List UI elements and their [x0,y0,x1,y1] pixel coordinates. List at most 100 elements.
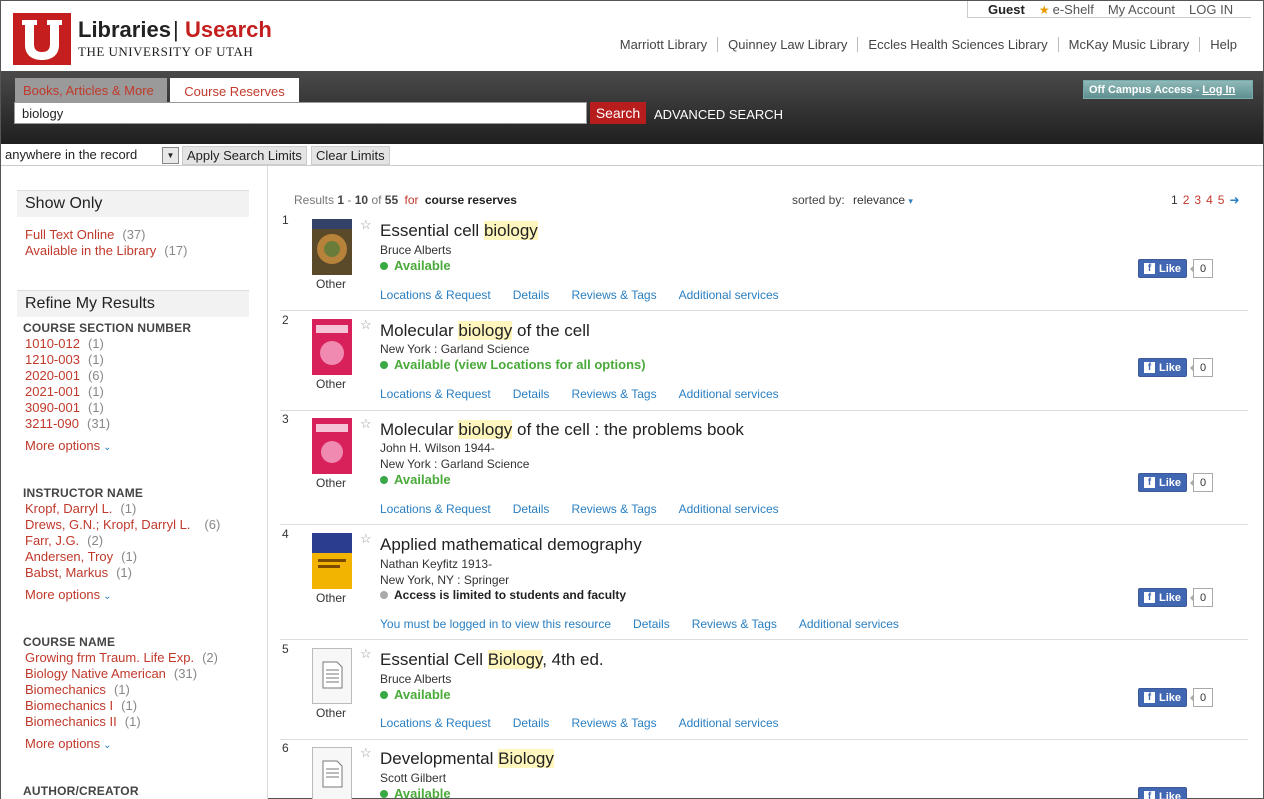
facet-course-name[interactable]: Biomechanics II (1) [25,714,141,729]
facebook-like-button[interactable]: f Like [1138,473,1188,492]
page-link[interactable]: 2 [1183,193,1190,207]
book-cover-thumbnail[interactable] [312,219,352,275]
login-required-link[interactable]: You must be logged in to view this resou… [380,617,611,631]
sort-control[interactable]: sorted by: relevance ▾ [792,193,913,207]
result-title[interactable]: Essential Cell Biology, 4th ed. [380,650,604,670]
result-title[interactable]: Molecular biology of the cell : the prob… [380,420,744,440]
facet-instructor[interactable]: Babst, Markus (1) [25,565,132,580]
like-label: Like [1159,262,1182,275]
result-title[interactable]: Developmental Biology [380,749,554,769]
libnav-quinney[interactable]: Quinney Law Library [717,37,857,52]
libnav-eccles[interactable]: Eccles Health Sciences Library [857,37,1057,52]
add-to-eshelf-star-icon[interactable]: ☆ [360,745,372,761]
facet-count: (2) [87,533,104,548]
facebook-like-button[interactable]: f Like [1138,787,1188,799]
facet-course-section[interactable]: 2021-001 (1) [25,384,104,399]
result-actions: Locations & Request Details Reviews & Ta… [380,716,779,730]
facet-course-name[interactable]: Biomechanics (1) [25,682,130,697]
add-to-eshelf-star-icon[interactable]: ☆ [360,646,372,662]
dropdown-arrow-icon[interactable]: ▼ [162,147,179,164]
off-campus-login[interactable]: Log In [1202,84,1235,96]
course-section-more-options[interactable]: More options ⌄ [25,438,112,453]
details-link[interactable]: Details [513,502,550,516]
facet-course-name[interactable]: Growing frm Traum. Life Exp. (2) [25,650,218,665]
book-cover-thumbnail[interactable] [312,533,352,589]
facet-course-name[interactable]: Biomechanics I (1) [25,698,137,713]
off-campus-access-button[interactable]: Off Campus Access - Log In [1083,80,1253,99]
facet-course-section[interactable]: 3090-001 (1) [25,400,104,415]
details-link[interactable]: Details [513,288,550,302]
instructor-more-options[interactable]: More options ⌄ [25,587,112,602]
sort-value[interactable]: relevance [853,193,905,207]
more-options-label: More options [25,587,101,602]
reviews-tags-link[interactable]: Reviews & Tags [571,288,656,302]
reviews-tags-link[interactable]: Reviews & Tags [571,387,656,401]
clear-limits-button[interactable]: Clear Limits [311,146,390,165]
facet-course-section[interactable]: 1210-003 (1) [25,352,104,367]
guest-label: Guest [988,1,1025,17]
facet-instructor[interactable]: Farr, J.G. (2) [25,533,103,548]
availability-status: Available [380,786,451,799]
locations-request-link[interactable]: Locations & Request [380,502,491,516]
libnav-help[interactable]: Help [1199,37,1247,52]
reviews-tags-link[interactable]: Reviews & Tags [692,617,777,631]
details-link[interactable]: Details [633,617,670,631]
facet-course-section[interactable]: 2020-001 (6) [25,368,104,383]
details-link[interactable]: Details [513,716,550,730]
page-link[interactable]: 4 [1206,193,1213,207]
page-link[interactable]: 5 [1218,193,1225,207]
facebook-like-button[interactable]: f Like [1138,259,1188,278]
scope-select[interactable]: anywhere in the record [5,147,179,164]
facebook-like-button[interactable]: f Like [1138,358,1188,377]
facebook-like-widget: f Like 0 [1138,688,1214,707]
details-link[interactable]: Details [513,387,550,401]
reviews-tags-link[interactable]: Reviews & Tags [571,502,656,516]
availability-status[interactable]: Available (view Locations for all option… [380,357,646,372]
facet-course-section[interactable]: 1010-012 (1) [25,336,104,351]
search-button[interactable]: Search [590,102,646,124]
facet-instructor[interactable]: Andersen, Troy (1) [25,549,137,564]
apply-limits-button[interactable]: Apply Search Limits [182,146,307,165]
facet-instructor[interactable]: Drews, G.N.; Kropf, Darryl L. (6) [25,517,220,532]
tab-course-reserves[interactable]: Course Reserves [170,78,299,104]
book-cover-thumbnail[interactable] [312,319,352,375]
book-cover-thumbnail[interactable] [312,418,352,474]
additional-services-link[interactable]: Additional services [679,716,779,730]
generic-document-icon[interactable] [312,747,352,799]
locations-request-link[interactable]: Locations & Request [380,288,491,302]
locations-request-link[interactable]: Locations & Request [380,716,491,730]
result-title[interactable]: Essential cell biology [380,221,538,241]
result-title[interactable]: Applied mathematical demography [380,535,642,555]
page-link[interactable]: 3 [1194,193,1201,207]
additional-services-link[interactable]: Additional services [799,617,899,631]
eshelf-link[interactable]: ★ e-Shelf [1039,2,1094,17]
course-name-more-options[interactable]: More options ⌄ [25,736,112,751]
advanced-search-link[interactable]: ADVANCED SEARCH [654,107,783,122]
locations-request-link[interactable]: Locations & Request [380,387,491,401]
libnav-mckay[interactable]: McKay Music Library [1057,37,1200,52]
add-to-eshelf-star-icon[interactable]: ☆ [360,416,372,432]
additional-services-link[interactable]: Additional services [679,387,779,401]
search-input[interactable] [14,102,587,124]
add-to-eshelf-star-icon[interactable]: ☆ [360,217,372,233]
reviews-tags-link[interactable]: Reviews & Tags [571,716,656,730]
add-to-eshelf-star-icon[interactable]: ☆ [360,531,372,547]
university-u-logo[interactable] [13,13,71,65]
facebook-like-button[interactable]: f Like [1138,588,1188,607]
add-to-eshelf-star-icon[interactable]: ☆ [360,317,372,333]
tab-books-articles[interactable]: Books, Articles & More [15,78,167,102]
result-title[interactable]: Molecular biology of the cell [380,321,590,341]
facet-course-name[interactable]: Biology Native American (31) [25,666,197,681]
generic-document-icon[interactable] [312,648,352,704]
additional-services-link[interactable]: Additional services [679,502,779,516]
login-link[interactable]: LOG IN [1189,2,1233,17]
additional-services-link[interactable]: Additional services [679,288,779,302]
next-page-arrow-icon[interactable]: ➜ [1229,193,1239,207]
facebook-like-button[interactable]: f Like [1138,688,1188,707]
facet-course-section[interactable]: 3211-090 (31) [25,416,110,431]
facet-full-text-online[interactable]: Full Text Online (37) [25,227,145,242]
libnav-marriott[interactable]: Marriott Library [610,37,717,52]
my-account-link[interactable]: My Account [1108,2,1175,17]
facet-available-in-library[interactable]: Available in the Library (17) [25,243,187,258]
facet-instructor[interactable]: Kropf, Darryl L. (1) [25,501,136,516]
